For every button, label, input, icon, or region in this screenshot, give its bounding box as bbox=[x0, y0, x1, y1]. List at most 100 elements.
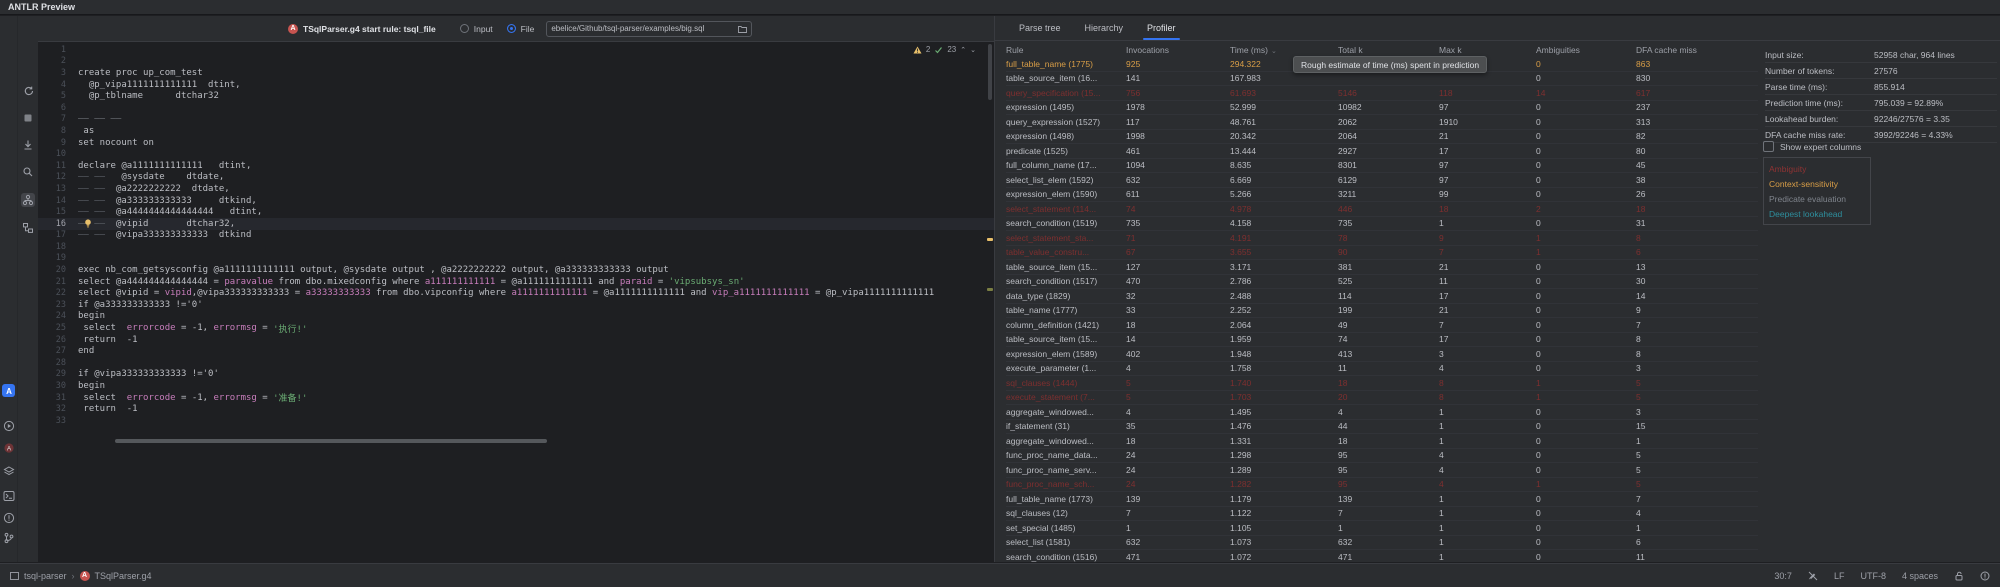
profiler-table-header[interactable]: RuleInvocationsTime (ms)⌄Total kMax kAmb… bbox=[1006, 43, 1758, 56]
code-line[interactable]: 20exec nb_com_getsysconfig @a11111111111… bbox=[38, 264, 994, 276]
profiler-row[interactable]: select_statement_sta...714.19178918 bbox=[1006, 231, 1758, 246]
file-radio[interactable] bbox=[507, 24, 516, 33]
expert-columns-checkbox[interactable] bbox=[1763, 141, 1774, 152]
code-line[interactable]: 7–– –– –– bbox=[38, 114, 994, 126]
stripe-warning-mark[interactable] bbox=[987, 288, 993, 291]
file-radio-label[interactable]: File bbox=[521, 24, 535, 34]
profiler-row[interactable]: set_special (1485)11.1051101 bbox=[1006, 521, 1758, 536]
caret-position[interactable]: 30:7 bbox=[1774, 571, 1792, 581]
code-line[interactable]: 19 bbox=[38, 253, 994, 265]
profiler-row[interactable]: column_definition (1421)182.06449707 bbox=[1006, 318, 1758, 333]
code-line[interactable]: 2 bbox=[38, 56, 994, 68]
column-header[interactable]: Time (ms)⌄ bbox=[1230, 45, 1338, 55]
column-header[interactable]: Total k bbox=[1338, 45, 1439, 55]
profiler-row[interactable]: select_list_elem (1592)6326.669612997038 bbox=[1006, 173, 1758, 188]
profiler-row[interactable]: full_column_name (17...10948.63583019704… bbox=[1006, 159, 1758, 174]
profiler-row[interactable]: aggregate_windowed...41.4954103 bbox=[1006, 405, 1758, 420]
profiler-row[interactable]: predicate (1525)46113.444292717080 bbox=[1006, 144, 1758, 159]
code-line[interactable]: 32 return -1 bbox=[38, 403, 994, 415]
code-line[interactable]: 15–– –– @a4444444444444444 dtint, bbox=[38, 206, 994, 218]
column-header[interactable]: Ambiguities bbox=[1536, 45, 1636, 55]
profiler-row[interactable]: search_condition (1519)7354.1587351031 bbox=[1006, 217, 1758, 232]
code-line[interactable]: 6 bbox=[38, 102, 994, 114]
code-line[interactable]: 28 bbox=[38, 357, 994, 369]
profiler-row[interactable]: func_proc_name_data...241.29895405 bbox=[1006, 449, 1758, 464]
antlr-preview-tool-icon[interactable]: A bbox=[2, 384, 15, 397]
run-tool-icon[interactable] bbox=[2, 419, 15, 432]
refresh-icon[interactable] bbox=[21, 84, 35, 98]
code-editor[interactable]: 2 23 ⌃ ⌄ 123create proc up_com_test4 @p_… bbox=[38, 42, 994, 461]
profiler-row[interactable]: execute_parameter (1...41.75811403 bbox=[1006, 362, 1758, 377]
search-icon[interactable] bbox=[21, 165, 35, 179]
editor-horizontal-scrollbar[interactable] bbox=[115, 439, 547, 443]
readonly-toggle-icon[interactable] bbox=[1808, 571, 1818, 581]
code-line[interactable]: 25 select errorcode = -1, errormsg = '执行… bbox=[38, 322, 994, 334]
file-path-value[interactable]: ebelice/Github/tsql-parser/examples/big.… bbox=[551, 24, 704, 33]
profiler-view-icon[interactable] bbox=[21, 193, 35, 207]
code-line[interactable]: 8 as bbox=[38, 125, 994, 137]
profiler-row[interactable]: table_source_item (16...141167.9830830 bbox=[1006, 72, 1758, 87]
code-line[interactable]: 3create proc up_com_test bbox=[38, 67, 994, 79]
profiler-row[interactable]: table_source_item (15...1273.17138121013 bbox=[1006, 260, 1758, 275]
services-tool-icon[interactable] bbox=[2, 464, 15, 477]
code-line[interactable]: 17–– –– @vipa333333333333 dtkind bbox=[38, 230, 994, 242]
code-line[interactable]: 31 select errorcode = -1, errormsg = '准备… bbox=[38, 392, 994, 404]
profiler-row[interactable]: table_name (1777)332.2521992109 bbox=[1006, 304, 1758, 319]
folder-icon[interactable] bbox=[738, 25, 747, 33]
editor-vertical-scrollbar[interactable] bbox=[988, 44, 992, 100]
code-line[interactable]: 33 bbox=[38, 415, 994, 427]
column-header[interactable]: DFA cache miss bbox=[1636, 45, 1758, 55]
profiler-row[interactable]: expression (1495)197852.99910982970237 bbox=[1006, 101, 1758, 116]
input-radio-label[interactable]: Input bbox=[474, 24, 493, 34]
profiler-row[interactable]: expression (1498)199820.342206421082 bbox=[1006, 130, 1758, 145]
code-line[interactable]: 21select @a444444444444444 = paravalue f… bbox=[38, 276, 994, 288]
tab-profiler[interactable]: Profiler bbox=[1135, 16, 1188, 40]
parse-tree-view-icon[interactable] bbox=[21, 221, 35, 235]
column-header[interactable]: Max k bbox=[1439, 45, 1536, 55]
profiler-row[interactable]: func_proc_name_sch...241.28295415 bbox=[1006, 478, 1758, 493]
breadcrumb-project[interactable]: tsql-parser bbox=[24, 571, 67, 581]
profiler-row[interactable]: expression_elem (1589)4021.948413308 bbox=[1006, 347, 1758, 362]
code-line[interactable]: 22select @vipid = vipid,@vipa33333333333… bbox=[38, 287, 994, 299]
version-control-tool-icon[interactable] bbox=[2, 531, 15, 544]
breadcrumb-file[interactable]: TSqlParser.g4 bbox=[95, 571, 152, 581]
code-line[interactable]: 9set nocount on bbox=[38, 137, 994, 149]
profiler-row[interactable]: select_list (1581)6321.073632106 bbox=[1006, 536, 1758, 551]
column-header[interactable]: Rule bbox=[1006, 45, 1126, 55]
error-indicator-icon[interactable] bbox=[1980, 571, 1990, 581]
file-path-input[interactable]: ebelice/Github/tsql-parser/examples/big.… bbox=[546, 21, 752, 37]
profiler-row[interactable]: aggregate_windowed...181.33118101 bbox=[1006, 434, 1758, 449]
code-line[interactable]: 10 bbox=[38, 148, 994, 160]
scroll-to-source-icon[interactable] bbox=[21, 138, 35, 152]
code-line[interactable]: 1 bbox=[38, 44, 994, 56]
tab-hierarchy[interactable]: Hierarchy bbox=[1073, 16, 1136, 40]
code-line[interactable]: 4 @p_vipa1111111111111 dtint, bbox=[38, 79, 994, 91]
profiler-row[interactable]: query_specification (15...75661.69351461… bbox=[1006, 86, 1758, 101]
profiler-row[interactable]: search_condition (1516)4711.0724711011 bbox=[1006, 550, 1758, 562]
profiler-row[interactable]: table_value_constru...673.65590716 bbox=[1006, 246, 1758, 261]
encoding[interactable]: UTF-8 bbox=[1860, 571, 1886, 581]
profiler-row[interactable]: sql_clauses (12)71.1227104 bbox=[1006, 507, 1758, 522]
indent-setting[interactable]: 4 spaces bbox=[1902, 571, 1938, 581]
code-line[interactable]: 11declare @a1111111111111 dtint, bbox=[38, 160, 994, 172]
code-line[interactable]: 24begin bbox=[38, 311, 994, 323]
code-line[interactable]: 26 return -1 bbox=[38, 334, 994, 346]
code-line[interactable]: 29if @vipa333333333333 !='0' bbox=[38, 369, 994, 381]
problems-tool-icon[interactable]: A bbox=[2, 441, 15, 454]
code-line[interactable]: 14–– –– @a333333333333 dtkind, bbox=[38, 195, 994, 207]
unlock-icon[interactable] bbox=[1954, 571, 1964, 581]
code-line[interactable]: 27end bbox=[38, 345, 994, 357]
profiler-row[interactable]: table_source_item (15...141.959741708 bbox=[1006, 333, 1758, 348]
profiler-row[interactable]: execute_statement (7...51.70320815 bbox=[1006, 391, 1758, 406]
profiler-row[interactable]: full_table_name (1773)1391.179139107 bbox=[1006, 492, 1758, 507]
input-radio[interactable] bbox=[460, 24, 469, 33]
code-line[interactable]: 18 bbox=[38, 241, 994, 253]
profiler-row[interactable]: query_expression (1527)11748.76120621910… bbox=[1006, 115, 1758, 130]
profiler-row[interactable]: search_condition (1517)4702.78652511030 bbox=[1006, 275, 1758, 290]
column-header[interactable]: Invocations bbox=[1126, 45, 1230, 55]
profiler-row[interactable]: func_proc_name_serv...241.28995405 bbox=[1006, 463, 1758, 478]
tab-parse-tree[interactable]: Parse tree bbox=[1007, 16, 1073, 40]
terminal-tool-icon[interactable] bbox=[2, 489, 15, 502]
code-line[interactable]: 23if @a333333333333 !='0' bbox=[38, 299, 994, 311]
code-line[interactable]: 13–– –– @a2222222222 dtdate, bbox=[38, 183, 994, 195]
